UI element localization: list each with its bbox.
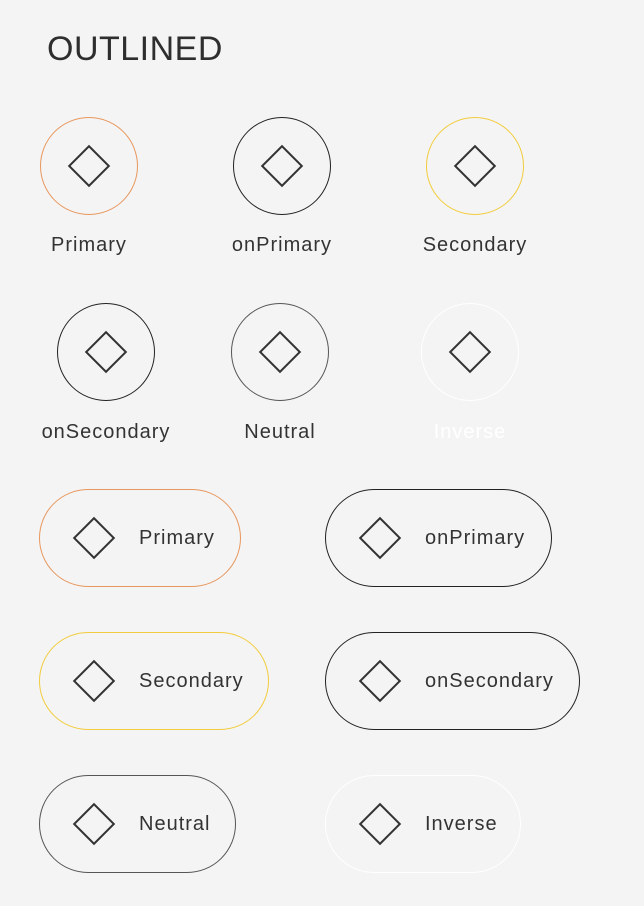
pill-button-label: Primary — [139, 526, 215, 549]
page-title: OUTLINED — [47, 30, 223, 68]
circle-button-inverse[interactable] — [421, 303, 519, 401]
pill-button-primary[interactable]: Primary — [39, 489, 241, 587]
diamond-icon — [358, 802, 402, 846]
diamond-icon — [358, 659, 402, 703]
diamond-icon — [67, 144, 111, 188]
circle-button-primary[interactable] — [40, 117, 138, 215]
icon-button-label: onSecondary — [41, 421, 171, 443]
diamond-icon — [84, 330, 128, 374]
pill-button-neutral[interactable]: Neutral — [39, 775, 236, 873]
diamond-icon — [358, 516, 402, 560]
icon-button-label: Secondary — [422, 234, 528, 256]
pill-button-label: onSecondary — [425, 669, 554, 692]
diamond-icon — [72, 659, 116, 703]
circle-button-neutral[interactable] — [231, 303, 329, 401]
diamond-icon — [72, 516, 116, 560]
diamond-icon — [448, 330, 492, 374]
pill-button-label: Secondary — [139, 669, 244, 692]
pill-button-on-secondary[interactable]: onSecondary — [325, 632, 580, 730]
icon-button-label: Neutral — [244, 421, 316, 443]
circle-button-secondary[interactable] — [426, 117, 524, 215]
pill-button-on-primary[interactable]: onPrimary — [325, 489, 552, 587]
pill-button-secondary[interactable]: Secondary — [39, 632, 269, 730]
circle-button-on-secondary[interactable] — [57, 303, 155, 401]
diamond-icon — [258, 330, 302, 374]
icon-button-label: onPrimary — [231, 234, 333, 256]
diamond-icon — [260, 144, 304, 188]
icon-button-label: Primary — [51, 234, 127, 256]
pill-button-label: Neutral — [139, 812, 211, 835]
diamond-icon — [453, 144, 497, 188]
pill-button-label: Inverse — [425, 812, 498, 835]
diamond-icon — [72, 802, 116, 846]
icon-button-label: Inverse — [433, 421, 507, 443]
pill-button-inverse[interactable]: Inverse — [325, 775, 521, 873]
pill-button-label: onPrimary — [425, 526, 526, 549]
circle-button-on-primary[interactable] — [233, 117, 331, 215]
